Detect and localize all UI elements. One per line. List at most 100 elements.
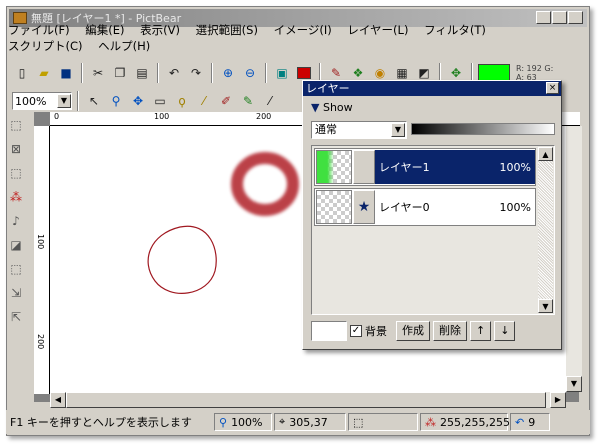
menu-image[interactable]: イメージ(I) xyxy=(274,22,332,38)
status-color-text: 255,255,255 xyxy=(440,415,510,429)
menu-bar: ファイル(F) 編集(E) 表示(V) 選択範囲(S) イメージ(I) レイヤー… xyxy=(8,22,568,54)
chevron-down-icon[interactable]: ▼ xyxy=(57,94,71,108)
layer-row[interactable]: レイヤー1 100% xyxy=(314,148,536,186)
menu-select[interactable]: 選択範囲(S) xyxy=(196,22,258,38)
close-button[interactable]: × xyxy=(568,11,583,24)
export-icon[interactable]: ⇲ xyxy=(6,286,26,306)
blend-mode-value: 通常 xyxy=(315,123,337,136)
status-color: ⁂ 255,255,255 xyxy=(420,413,510,431)
layer-panel-controls: ✓ 背景 作成 削除 ↑ ↓ xyxy=(311,319,557,343)
status-help-text: F1 キーを押すとヘルプを表示します xyxy=(10,416,192,429)
layer-panel-title-bar[interactable]: レイヤー × xyxy=(303,81,561,96)
ruler-tick: 200 xyxy=(256,112,272,121)
fill-area-icon[interactable]: ⬚ xyxy=(6,166,26,186)
ruler-tick: 100 xyxy=(36,234,45,250)
status-undo: ↶ 9 xyxy=(510,413,550,431)
status-size: ⬚ xyxy=(348,413,418,431)
scroll-down-icon[interactable]: ▼ xyxy=(566,376,582,392)
copy-icon[interactable]: ❐ xyxy=(110,63,130,83)
toolbar-grip[interactable] xyxy=(4,91,7,111)
toolbar-separator xyxy=(77,91,79,111)
opacity-slider[interactable] xyxy=(411,123,555,135)
scroll-down-icon[interactable]: ▼ xyxy=(538,299,553,313)
menu-file[interactable]: ファイル(F) xyxy=(8,22,70,38)
redo-icon[interactable]: ↷ xyxy=(186,63,206,83)
status-coords: ⌖ 305,37 xyxy=(274,413,346,431)
scroll-up-icon[interactable]: ▲ xyxy=(538,147,553,161)
show-label: Show xyxy=(322,101,353,114)
background-checkbox[interactable]: ✓ xyxy=(350,325,362,337)
pencil-icon[interactable]: ✐ xyxy=(216,91,236,111)
move-layer-up-button[interactable]: ↑ xyxy=(470,321,492,341)
menu-view[interactable]: 表示(V) xyxy=(140,22,180,38)
menu-filter[interactable]: フィルタ(T) xyxy=(424,22,486,38)
menu-layer[interactable]: レイヤー(L) xyxy=(347,22,408,38)
status-help: F1 キーを押すとヘルプを表示します xyxy=(6,413,212,431)
open-folder-icon[interactable]: ▰ xyxy=(34,63,54,83)
frame-icon[interactable]: ⬚ xyxy=(6,262,26,282)
menu-edit[interactable]: 編集(E) xyxy=(85,22,124,38)
size-icon: ⬚ xyxy=(353,415,364,429)
show-toggle[interactable]: ▼ Show xyxy=(311,101,353,114)
lasso-icon[interactable]: ϙ xyxy=(172,91,192,111)
zoom-select-value: 100% xyxy=(15,94,47,108)
color-dots-icon[interactable]: ⁂ xyxy=(6,190,26,210)
status-undo-text: 9 xyxy=(528,415,536,429)
toolbar-grip[interactable] xyxy=(4,63,7,83)
chevron-down-icon[interactable]: ▼ xyxy=(391,123,405,137)
magic-wand-icon[interactable]: ⁄ xyxy=(194,91,214,111)
undo-icon[interactable]: ↶ xyxy=(164,63,184,83)
scroll-thumb[interactable] xyxy=(66,392,546,408)
save-icon[interactable]: ■ xyxy=(56,63,76,83)
zoom-select[interactable]: 100% ▼ xyxy=(12,92,72,110)
visibility-toggle[interactable] xyxy=(353,150,375,184)
layer-color-box[interactable] xyxy=(311,321,347,341)
undo-icon: ↶ xyxy=(515,415,525,429)
toolbar-separator xyxy=(211,63,213,83)
layer-opacity: 100% xyxy=(499,200,531,214)
cut-icon[interactable]: ✂ xyxy=(88,63,108,83)
layer-row[interactable]: ★ レイヤー0 100% xyxy=(314,188,536,226)
paste-icon[interactable]: ▤ xyxy=(132,63,152,83)
create-layer-button[interactable]: 作成 xyxy=(396,321,430,341)
menu-script[interactable]: スクリプト(C) xyxy=(8,38,83,54)
color-dots-icon: ⁂ xyxy=(425,415,436,429)
scroll-right-icon[interactable]: ▶ xyxy=(550,392,566,408)
visibility-toggle[interactable]: ★ xyxy=(353,190,375,224)
zoom-in-icon[interactable]: ⊕ xyxy=(218,63,238,83)
move-tool-icon[interactable]: ✥ xyxy=(128,91,148,111)
close-icon[interactable]: × xyxy=(546,82,559,94)
pointer-tool-icon[interactable]: ↖ xyxy=(84,91,104,111)
crop-tool-icon[interactable]: ⊠ xyxy=(6,142,26,162)
layer-list-scrollbar[interactable]: ▲ ▼ xyxy=(538,147,553,313)
zoom-tool-icon[interactable]: ⚲ xyxy=(106,91,126,111)
vertical-scrollbar[interactable]: ▼ xyxy=(566,126,582,392)
delete-layer-button[interactable]: 削除 xyxy=(433,321,467,341)
layer-name-cell[interactable]: レイヤー1 100% xyxy=(375,150,535,184)
layer-panel-title: レイヤー xyxy=(306,82,350,95)
ruler-tick: 0 xyxy=(54,112,60,121)
zoom-out-icon[interactable]: ⊖ xyxy=(240,63,260,83)
ruler-tick: 100 xyxy=(154,112,170,121)
brush-icon[interactable]: ✎ xyxy=(238,91,258,111)
menu-help[interactable]: ヘルプ(H) xyxy=(98,38,150,54)
blurred-red-ring xyxy=(231,152,299,216)
status-zoom-text: 100% xyxy=(231,415,263,429)
eyedropper-icon[interactable]: ♪ xyxy=(6,214,26,234)
horizontal-scrollbar[interactable]: ◀ ▶ xyxy=(50,392,566,408)
rect-select-icon[interactable]: ▭ xyxy=(150,91,170,111)
layer-name-cell[interactable]: レイヤー0 100% xyxy=(375,190,535,224)
vertical-ruler: 100 200 xyxy=(34,126,50,394)
new-file-icon[interactable]: ▯ xyxy=(12,63,32,83)
crosshair-icon: ⌖ xyxy=(279,415,286,428)
layer-panel: レイヤー × ▼ Show 通常 ▼ レイヤー1 100% ★ レイヤー0 10… xyxy=(302,80,562,350)
rect-select-tool-icon[interactable]: ⬚ xyxy=(6,118,26,138)
scroll-left-icon[interactable]: ◀ xyxy=(50,392,66,408)
blend-mode-select[interactable]: 通常 ▼ xyxy=(311,121,407,139)
layers-stack-icon[interactable]: ◪ xyxy=(6,238,26,258)
color-readout-rgb: R: 192 G: 255 xyxy=(516,64,556,73)
layer-window-icon[interactable]: ▣ xyxy=(272,63,292,83)
import-icon[interactable]: ⇱ xyxy=(6,310,26,330)
move-layer-down-button[interactable]: ↓ xyxy=(494,321,516,341)
airbrush-icon[interactable]: ⁄ xyxy=(260,91,280,111)
